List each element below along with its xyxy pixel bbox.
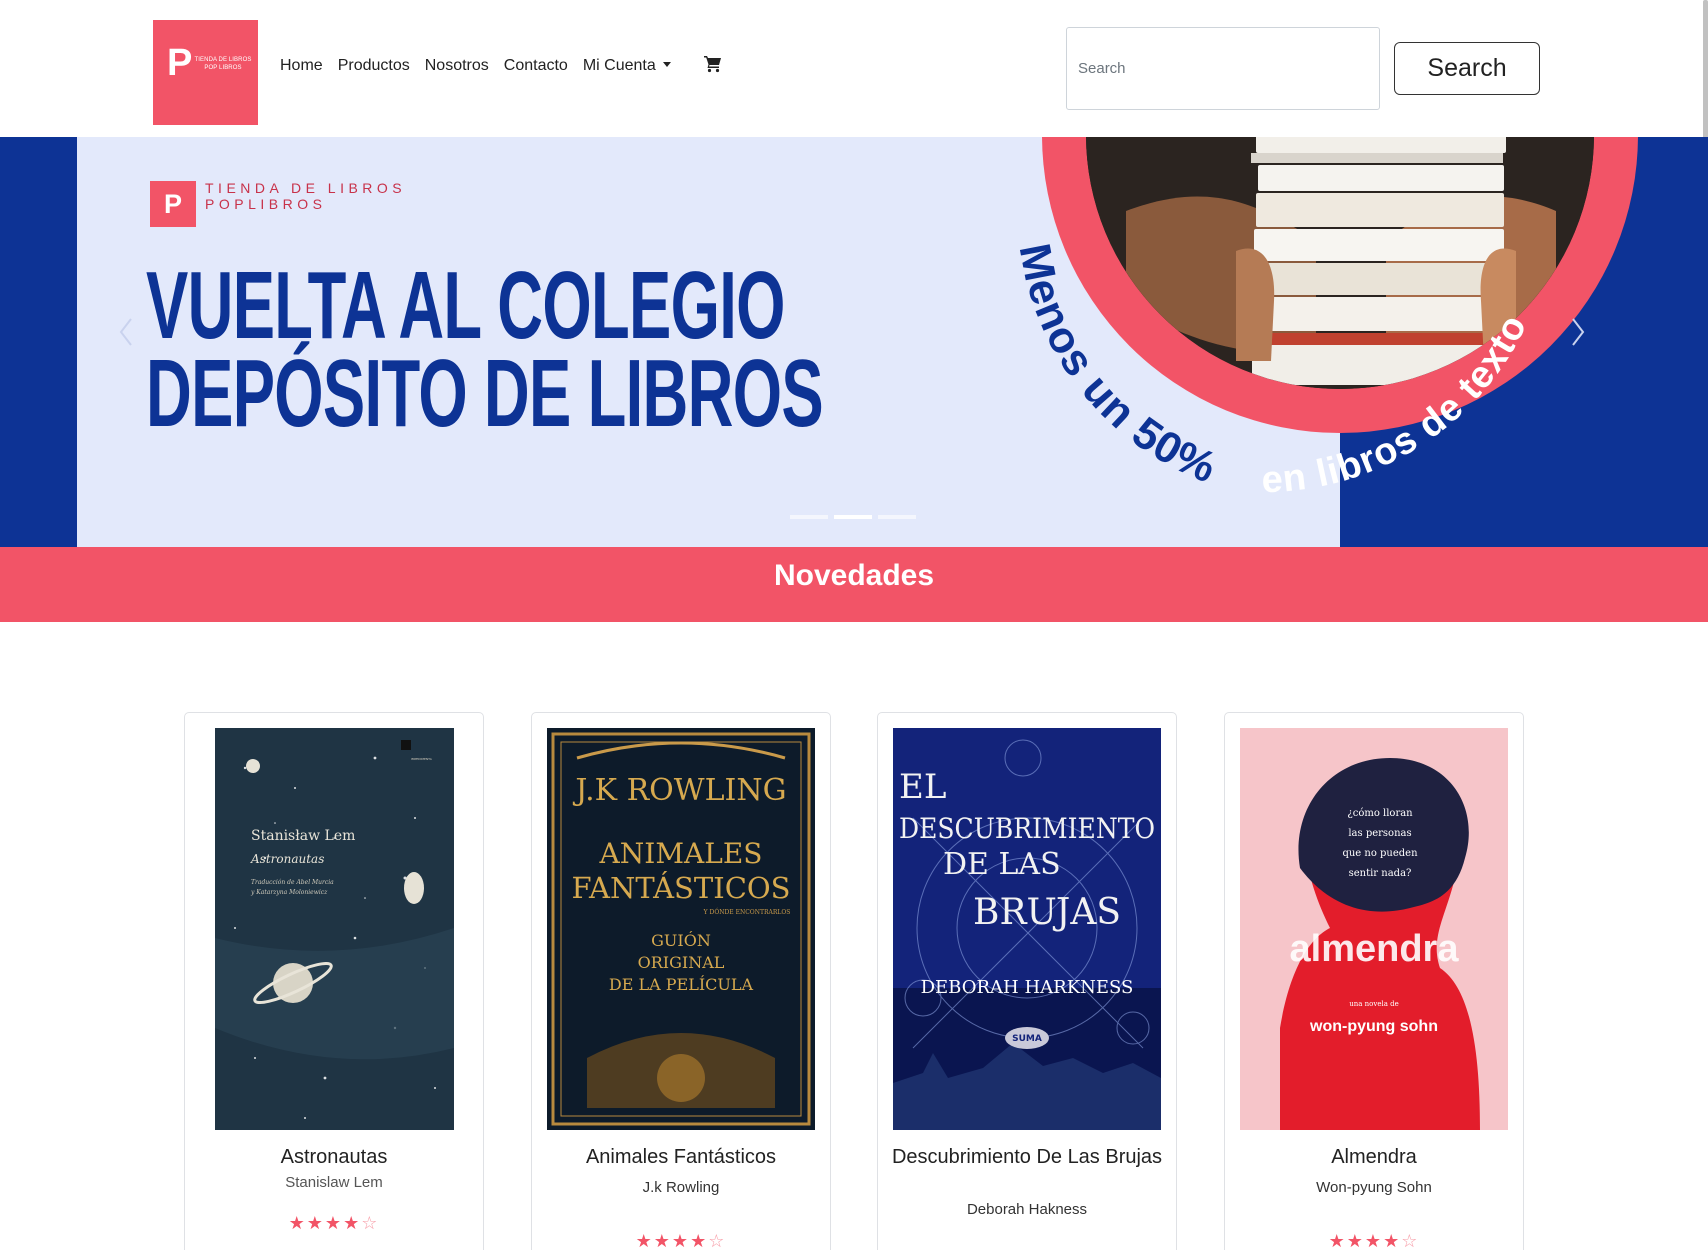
novedades-band: Novedades <box>0 547 1708 622</box>
book-card[interactable]: Stanisław Lem Astronautas Traducción de … <box>184 712 484 1250</box>
cover-guion-3: DE LA PELÍCULA <box>609 974 754 994</box>
account-dropdown[interactable]: Mi Cuenta <box>583 57 671 75</box>
cover-publisher: IMPEDIMENTA <box>411 757 433 761</box>
svg-text:en libros de texto: en libros de texto <box>1261 308 1536 501</box>
logo-text-line2: POP LIBROS <box>204 65 242 71</box>
cover-credit-2: y Katarzyna Moloniewicz <box>250 889 328 896</box>
book-cover-animales-fantasticos[interactable]: J.K ROWLING ANIMALES FANTÁSTICOS Y DÓNDE… <box>547 728 815 1130</box>
hero-textbooks-text: en libros de texto <box>1261 308 1535 501</box>
book-title[interactable]: Astronautas <box>193 1146 475 1169</box>
cover-guion-1: GUIÓN <box>651 930 711 950</box>
nav-nosotros-link[interactable]: Nosotros <box>425 57 489 75</box>
cover-title-line1: ANIMALES <box>599 837 763 870</box>
cover-subtitle: Y DÓNDE ENCONTRARLOS <box>703 908 791 916</box>
cover-author: J.K ROWLING <box>572 773 786 808</box>
cart-icon[interactable] <box>704 55 722 73</box>
cover-title: almendra <box>1290 928 1460 970</box>
book-cover-almendra[interactable]: ¿cómo lloran las personas que no pueden … <box>1240 728 1508 1130</box>
hero-title-line1: VUELTA AL COLEGIO <box>146 252 785 359</box>
hero-discount-text: Menos un 50% <box>1010 240 1224 493</box>
search-button[interactable]: Search <box>1394 42 1540 95</box>
rating-stars: ★★★★☆ <box>288 1213 380 1233</box>
hero-title: VUELTA AL COLEGIO DEPÓSITO DE LIBROS <box>146 252 824 447</box>
book-author: J.k Rowling <box>642 1179 720 1196</box>
carousel-indicator-2[interactable] <box>834 515 872 519</box>
cover-author: Stanisław Lem <box>251 828 355 844</box>
cover-publisher: SUMA <box>1012 1034 1042 1044</box>
nav-contacto-link[interactable]: Contacto <box>504 57 568 75</box>
almendra-cover-art: ¿cómo lloran las personas que no pueden … <box>1240 728 1508 1130</box>
book-card[interactable]: J.K ROWLING ANIMALES FANTÁSTICOS Y DÓNDE… <box>531 712 831 1250</box>
book-card[interactable]: ¿cómo lloran las personas que no pueden … <box>1224 712 1524 1250</box>
animales-cover-art: J.K ROWLING ANIMALES FANTÁSTICOS Y DÓNDE… <box>547 728 815 1130</box>
brujas-cover-art: EL DESCUBRIMIENTO DE LAS BRUJAS DEBORAH … <box>893 728 1161 1130</box>
book-author: Won-pyung Sohn <box>1316 1179 1432 1196</box>
navbar: P TIENDA DE LIBROS POP LIBROS Home Produ… <box>0 0 1708 137</box>
carousel-indicator-3[interactable] <box>878 515 916 519</box>
hero-logo-mark: P <box>150 181 196 227</box>
search-input[interactable] <box>1066 27 1380 110</box>
hero-carousel: P TIENDA DE LIBROS POPLIBROS VUELTA AL C… <box>0 137 1708 547</box>
cover-title-line2: DESCUBRIMIENTO <box>899 812 1155 845</box>
cover-title-line4: BRUJAS <box>973 892 1121 933</box>
logo-letter: P <box>167 42 193 84</box>
carousel-indicator-1[interactable] <box>790 515 828 519</box>
cover-question-1: ¿cómo lloran <box>1347 808 1413 819</box>
cover-question-4: sentir nada? <box>1349 868 1412 879</box>
book-title[interactable]: Almendra <box>1233 1146 1515 1169</box>
logo-text: TIENDA DE LIBROS POP LIBROS <box>194 56 252 72</box>
nav-home-link[interactable]: Home <box>280 57 323 75</box>
book-author: Stanislaw Lem <box>285 1174 383 1191</box>
cover-question-3: que no pueden <box>1342 848 1418 859</box>
cover-guion-2: ORIGINAL <box>638 953 725 972</box>
cover-author: won-pyung sohn <box>1309 1018 1438 1035</box>
logo-text-line1: TIENDA DE LIBROS <box>194 57 252 63</box>
cover-question-2: las personas <box>1348 828 1411 839</box>
cover-title: Astronautas <box>250 852 324 866</box>
cover-author: DEBORAH HARKNESS <box>921 977 1134 998</box>
book-cover-descubrimiento[interactable]: EL DESCUBRIMIENTO DE LAS BRUJAS DEBORAH … <box>893 728 1161 1130</box>
book-cover-astronautas[interactable]: Stanisław Lem Astronautas Traducción de … <box>215 728 454 1130</box>
carousel-prev-icon[interactable] <box>118 317 134 347</box>
nav-productos-link[interactable]: Productos <box>338 57 410 75</box>
cover-novel-text: una novela de <box>1349 1000 1399 1008</box>
cover-title-line1: EL <box>899 767 946 807</box>
cover-credit-1: Traducción de Abel Murcia <box>251 879 334 886</box>
svg-text:Menos un 50%: Menos un 50% <box>1010 240 1225 493</box>
main-nav: Home Productos Nosotros Contacto Mi Cuen… <box>280 57 686 75</box>
astronautas-cover-art: Stanisław Lem Astronautas Traducción de … <box>215 728 454 1130</box>
section-title: Novedades <box>773 559 935 592</box>
hero-logo-line2: POPLIBROS <box>205 196 327 212</box>
hero-title-line2: DEPÓSITO DE LIBROS <box>146 340 824 447</box>
rating-stars: ★★★★☆ <box>1328 1231 1420 1250</box>
book-author: Deborah Hakness <box>966 1201 1088 1218</box>
cover-title-line3: DE LAS <box>943 847 1061 882</box>
book-card[interactable]: EL DESCUBRIMIENTO DE LAS BRUJAS DEBORAH … <box>877 712 1177 1250</box>
carousel-indicators <box>790 515 916 519</box>
book-title[interactable]: Animales Fantásticos <box>540 1146 822 1169</box>
hero-logo-text: TIENDA DE LIBROS POPLIBROS <box>205 180 406 212</box>
rating-stars: ★★★★☆ <box>635 1231 727 1250</box>
book-title[interactable]: Descubrimiento De Las Brujas <box>886 1146 1168 1169</box>
hero-logo-line1: TIENDA DE LIBROS <box>205 180 407 196</box>
carousel-next-icon[interactable] <box>1570 317 1586 347</box>
cover-title-line2: FANTÁSTICOS <box>571 870 790 905</box>
brand-logo[interactable]: P TIENDA DE LIBROS POP LIBROS <box>153 20 258 125</box>
